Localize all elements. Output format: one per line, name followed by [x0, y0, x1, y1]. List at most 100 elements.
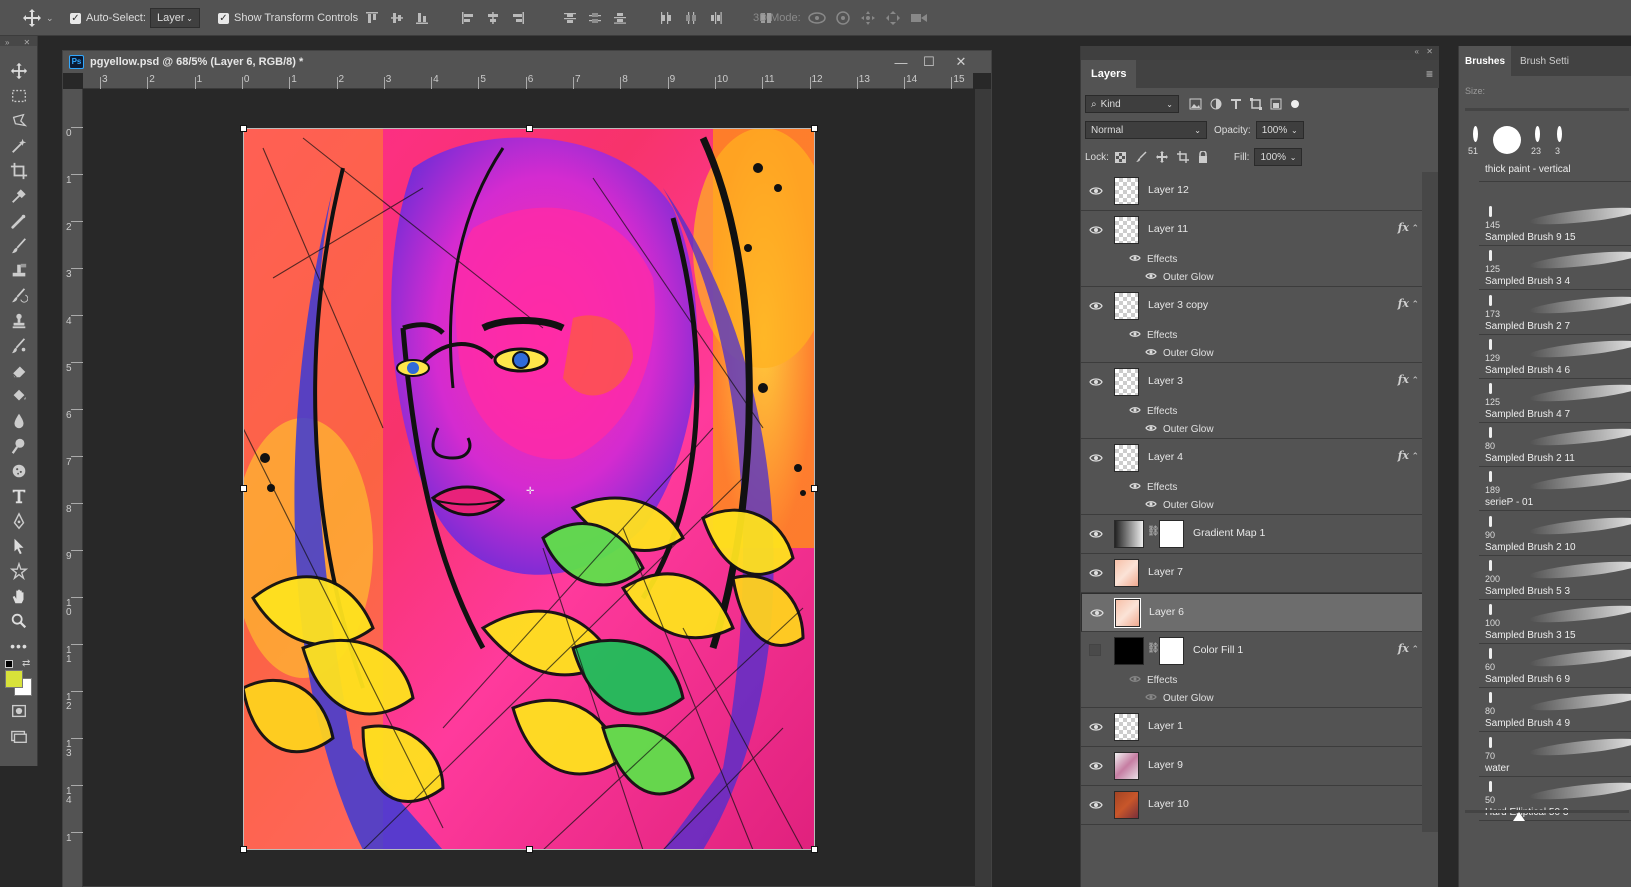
opacity-input[interactable]: 100% ⌄: [1255, 121, 1304, 139]
eye-icon[interactable]: [1089, 720, 1103, 734]
brush-item[interactable]: 70 water: [1479, 733, 1631, 777]
panel-dock-header[interactable]: « ✕: [1081, 46, 1439, 60]
document-vertical-scrollbar[interactable]: [975, 89, 991, 887]
screen-mode-tool[interactable]: [0, 723, 38, 748]
layer-thumbnail[interactable]: [1114, 292, 1139, 320]
dodge-tool[interactable]: [0, 433, 38, 458]
layer-row[interactable]: Layer 3 copy fx ⌃ Effects Outer Glow: [1081, 287, 1423, 363]
filter-smart-object-icon[interactable]: [1270, 98, 1282, 110]
lock-artboard-icon[interactable]: [1176, 151, 1189, 163]
auto-select-target-dropdown[interactable]: Layer ⌄: [150, 8, 200, 28]
shape-tool[interactable]: [0, 558, 38, 583]
layer-name[interactable]: Layer 4: [1148, 451, 1183, 463]
layer-row[interactable]: Layer 10: [1081, 786, 1423, 825]
3d-roll-icon[interactable]: [835, 10, 851, 26]
3d-slide-icon[interactable]: [885, 10, 901, 26]
brush-item[interactable]: 60 Sampled Brush 6 9: [1479, 644, 1631, 689]
document-tab[interactable]: Ps pgyellow.psd @ 68/5% (Layer 6, RGB/8)…: [63, 51, 991, 73]
effects-row[interactable]: Effects: [1129, 478, 1177, 496]
minimize-button[interactable]: —: [887, 51, 915, 73]
brush-preset-round[interactable]: [1493, 126, 1521, 154]
paint-bucket-tool[interactable]: [0, 383, 38, 408]
distribute-bottom-icon[interactable]: [614, 12, 626, 24]
layer-thumbnail[interactable]: [1114, 598, 1141, 628]
filter-pixel-icon[interactable]: [1189, 98, 1202, 110]
layer-name[interactable]: Layer 1: [1148, 720, 1183, 732]
path-selection-tool[interactable]: [0, 533, 38, 558]
gradient-map-thumbnail[interactable]: [1114, 520, 1144, 548]
brush-item[interactable]: 173 Sampled Brush 2 7: [1479, 291, 1631, 335]
link-icon[interactable]: ⛓: [1147, 526, 1160, 537]
foreground-color-swatch[interactable]: [5, 670, 23, 688]
fx-icon[interactable]: fx: [1398, 449, 1409, 462]
layer-row[interactable]: ⛓ Color Fill 1 fx ⌃ Effects Outer Glow: [1081, 632, 1423, 708]
brush-item[interactable]: 189 serieP - 01: [1479, 467, 1631, 512]
lock-image-brush-icon[interactable]: [1135, 151, 1147, 163]
fx-icon[interactable]: fx: [1398, 221, 1409, 234]
layer-thumbnail[interactable]: [1114, 177, 1139, 205]
distribute-right-icon[interactable]: [710, 12, 722, 24]
chevron-down-icon[interactable]: ⌄: [46, 13, 54, 24]
layer-name[interactable]: Gradient Map 1: [1193, 527, 1265, 539]
transform-handle-top-right[interactable]: [811, 125, 818, 132]
layer-name[interactable]: Layer 3 copy: [1148, 299, 1208, 311]
collapse-effects-icon[interactable]: ⌃: [1411, 375, 1419, 386]
align-left-icon[interactable]: [462, 12, 474, 24]
brush-preset-tip[interactable]: [1557, 126, 1562, 142]
effects-row[interactable]: Effects: [1129, 250, 1177, 268]
brush-preset-tip[interactable]: [1535, 126, 1540, 142]
history-brush-tool[interactable]: [0, 283, 38, 308]
layer-thumbnail[interactable]: [1114, 216, 1139, 244]
maximize-button[interactable]: ☐: [915, 51, 943, 73]
quick-mask-tool[interactable]: [0, 698, 38, 723]
eye-icon[interactable]: [1089, 798, 1103, 812]
layer-row[interactable]: Layer 6: [1081, 593, 1423, 632]
brush-item[interactable]: 125 Sampled Brush 3 4: [1479, 246, 1631, 291]
collapse-effects-icon[interactable]: ⌃: [1411, 223, 1419, 234]
transform-handle-bottom-right[interactable]: [811, 846, 818, 853]
lock-transparent-icon[interactable]: [1114, 151, 1126, 163]
align-top-icon[interactable]: [366, 12, 378, 24]
auto-select-toggle[interactable]: ✓ Auto-Select:: [70, 0, 146, 36]
blend-mode-dropdown[interactable]: Normal ⌄: [1085, 121, 1207, 139]
move-tool[interactable]: [0, 58, 38, 83]
layers-scrollbar[interactable]: [1422, 172, 1438, 832]
filter-type-icon[interactable]: [1230, 98, 1242, 110]
brush-item[interactable]: 50Hard Elliptical 50 3: [1479, 777, 1631, 821]
layer-row[interactable]: Layer 3 fx ⌃ Effects Outer Glow: [1081, 363, 1423, 439]
blur-tool[interactable]: [0, 408, 38, 433]
horizontal-ruler[interactable]: 3 2 1 0 1 2 3 4 5 6 7 8 9 10 11 12 13 14 15: [83, 73, 973, 89]
layer-thumbnail[interactable]: [1114, 713, 1139, 741]
outer-glow-row[interactable]: Outer Glow: [1145, 689, 1214, 707]
layer-name[interactable]: Layer 6: [1149, 606, 1184, 618]
move-tool-icon[interactable]: ⌄: [22, 0, 54, 36]
layer-thumbnail[interactable]: [1114, 791, 1139, 819]
layer-thumbnail[interactable]: [1114, 752, 1139, 780]
healing-brush-tool[interactable]: [0, 208, 38, 233]
brush-item[interactable]: 80 Sampled Brush 2 11: [1479, 423, 1631, 468]
type-tool[interactable]: [0, 483, 38, 508]
eye-icon[interactable]: [1145, 271, 1157, 284]
layer-row[interactable]: Layer 7: [1081, 554, 1423, 593]
show-transform-toggle[interactable]: ✓ Show Transform Controls: [218, 0, 358, 36]
tab-brushes[interactable]: Brushes: [1459, 46, 1511, 76]
magic-wand-tool[interactable]: [0, 133, 38, 158]
collapse-icon[interactable]: «: [1415, 47, 1419, 56]
pen-tool[interactable]: [0, 508, 38, 533]
eye-icon[interactable]: [1129, 674, 1141, 687]
layer-name[interactable]: Layer 3: [1148, 375, 1183, 387]
collapse-effects-icon[interactable]: ⌃: [1411, 451, 1419, 462]
fx-icon[interactable]: fx: [1398, 373, 1409, 386]
crop-tool[interactable]: [0, 158, 38, 183]
align-hcenter-icon[interactable]: [487, 12, 499, 24]
layer-row[interactable]: Layer 11 fx ⌃ Effects Outer Glow: [1081, 211, 1423, 287]
eye-icon[interactable]: [1089, 759, 1103, 773]
3d-scale-icon[interactable]: [910, 11, 928, 25]
distribute-top-icon[interactable]: [564, 12, 576, 24]
brush-item[interactable]: 90 Sampled Brush 2 10: [1479, 512, 1631, 556]
stamp-tool[interactable]: [0, 308, 38, 333]
fx-icon[interactable]: fx: [1398, 297, 1409, 310]
effects-row[interactable]: Effects: [1129, 402, 1177, 420]
sponge-tool[interactable]: [0, 458, 38, 483]
layer-mask-thumbnail[interactable]: [1159, 520, 1184, 548]
